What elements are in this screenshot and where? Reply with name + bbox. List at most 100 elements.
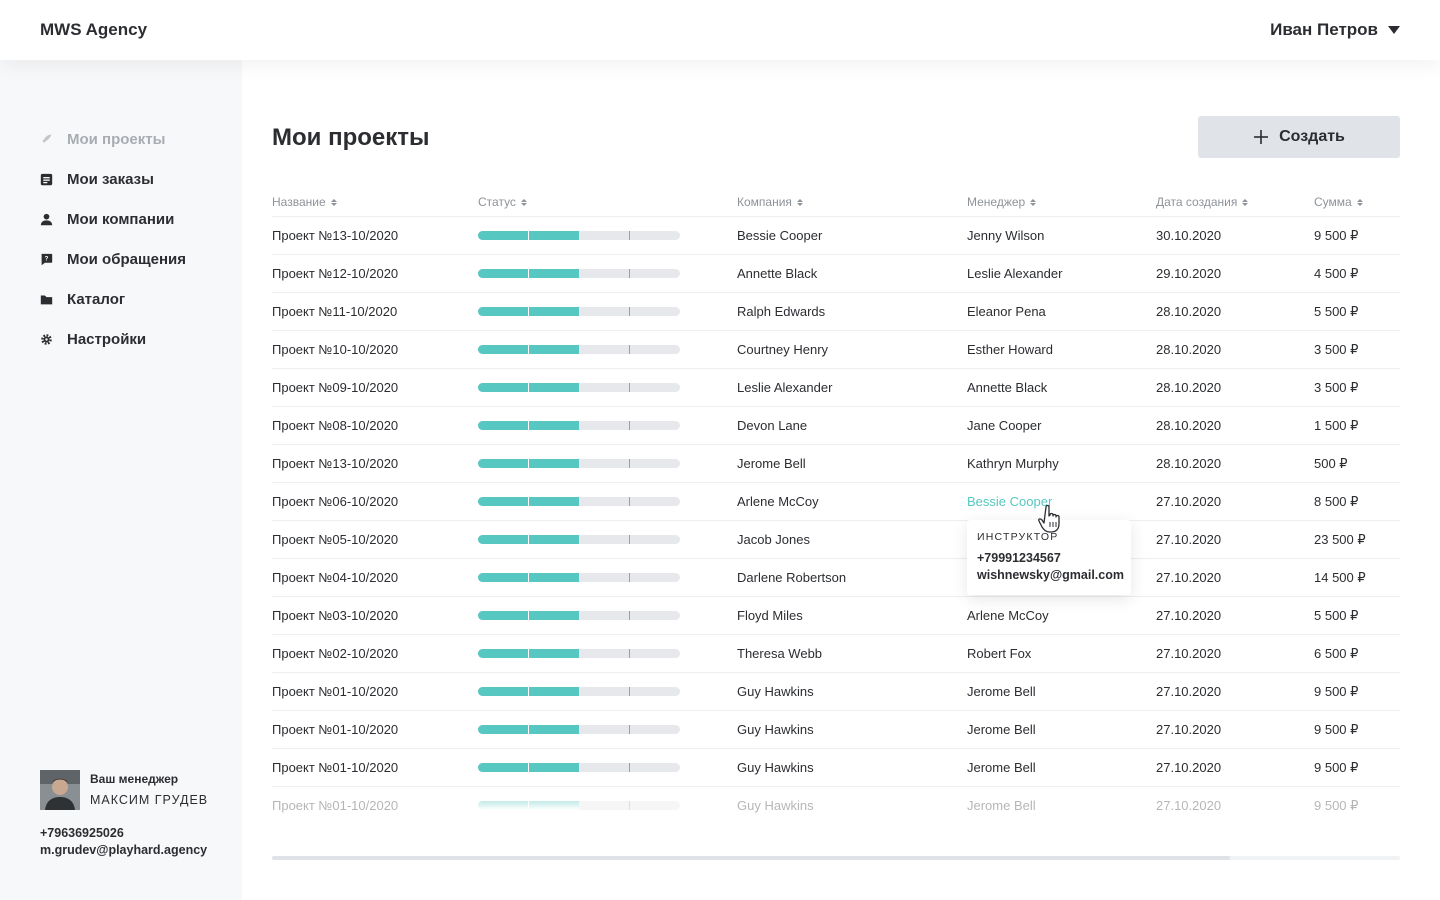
rocket-icon [40, 133, 53, 146]
column-label: Компания [737, 195, 792, 209]
manager-name[interactable]: Robert Fox [967, 646, 1031, 661]
table-row[interactable]: Проект №01-10/2020 Guy Hawkins Jerome Bell… [272, 787, 1400, 825]
progress-divider [528, 383, 529, 392]
manager-name[interactable]: Esther Howard [967, 342, 1053, 357]
column-header-date[interactable]: Дата создания [1156, 195, 1249, 209]
table-row[interactable]: Проект №04-10/2020 Darlene Robertson 27.10… [272, 559, 1400, 597]
manager-name[interactable]: Jane Cooper [967, 418, 1041, 433]
create-button[interactable]: Создать [1198, 116, 1400, 158]
project-name[interactable]: Проект №01-10/2020 [272, 798, 398, 813]
project-name[interactable]: Проект №02-10/2020 [272, 646, 398, 661]
table-row[interactable]: Проект №13-10/2020 Bessie Cooper Jenny Wil… [272, 217, 1400, 255]
sum-value: 3 500 ₽ [1314, 380, 1359, 395]
plus-icon [1254, 130, 1269, 144]
sidebar-item-tickets[interactable]: ? Мои обращения [40, 239, 186, 279]
project-name[interactable]: Проект №06-10/2020 [272, 494, 398, 509]
column-header-manager[interactable]: Менеджер [967, 195, 1037, 209]
manager-name[interactable]: Jerome Bell [967, 798, 1036, 813]
table-row[interactable]: Проект №11-10/2020 Ralph Edwards Eleanor P… [272, 293, 1400, 331]
project-name[interactable]: Проект №08-10/2020 [272, 418, 398, 433]
manager-name[interactable]: Arlene McCoy [967, 608, 1049, 623]
project-name[interactable]: Проект №13-10/2020 [272, 228, 398, 243]
project-name[interactable]: Проект №01-10/2020 [272, 722, 398, 737]
sum-value: 4 500 ₽ [1314, 266, 1359, 281]
progress-divider [528, 421, 529, 430]
created-date: 28.10.2020 [1156, 456, 1222, 471]
project-name[interactable]: Проект №01-10/2020 [272, 760, 398, 775]
progress-divider [528, 687, 529, 696]
sidebar-item-orders[interactable]: Мои заказы [40, 159, 186, 199]
created-date: 27.10.2020 [1156, 722, 1222, 737]
project-name[interactable]: Проект №01-10/2020 [272, 684, 398, 699]
sort-icon [330, 198, 337, 206]
status-progress-bar [478, 231, 680, 240]
sidebar-item-catalog[interactable]: Каталог [40, 279, 186, 319]
table-row[interactable]: Проект №01-10/2020 Guy Hawkins Jerome Bell… [272, 749, 1400, 787]
table-row[interactable]: Проект №08-10/2020 Devon Lane Jane Cooper 2… [272, 407, 1400, 445]
progress-marker [629, 497, 630, 506]
manager-email[interactable]: m.grudev@playhard.agency [40, 843, 207, 857]
manager-name[interactable]: Jenny Wilson [967, 228, 1044, 243]
project-name[interactable]: Проект №12-10/2020 [272, 266, 398, 281]
tooltip-phone[interactable]: +79991234567 [977, 551, 1061, 565]
sum-value: 9 500 ₽ [1314, 228, 1359, 243]
table-row[interactable]: Проект №01-10/2020 Guy Hawkins Jerome Bell… [272, 711, 1400, 749]
sidebar-item-companies[interactable]: Мои компании [40, 199, 186, 239]
company-name: Jacob Jones [737, 532, 810, 547]
company-name: Guy Hawkins [737, 760, 814, 775]
manager-name[interactable]: Jerome Bell [967, 722, 1036, 737]
manager-name[interactable]: Jerome Bell [967, 684, 1036, 699]
scrollbar-thumb[interactable] [272, 856, 1230, 860]
project-name[interactable]: Проект №09-10/2020 [272, 380, 398, 395]
column-header-sum[interactable]: Сумма [1314, 195, 1363, 209]
page-title: Мои проекты [272, 124, 430, 151]
sidebar-item-label: Мои проекты [67, 130, 166, 148]
created-date: 30.10.2020 [1156, 228, 1222, 243]
sidebar-item-settings[interactable]: Настройки [40, 319, 186, 359]
project-name[interactable]: Проект №03-10/2020 [272, 608, 398, 623]
table-row[interactable]: Проект №06-10/2020 Arlene McCoy Bessie Coo… [272, 483, 1400, 521]
project-name[interactable]: Проект №05-10/2020 [272, 532, 398, 547]
table-row[interactable]: Проект №03-10/2020 Floyd Miles Arlene McCo… [272, 597, 1400, 635]
table-row[interactable]: Проект №12-10/2020 Annette Black Leslie Al… [272, 255, 1400, 293]
project-name[interactable]: Проект №04-10/2020 [272, 570, 398, 585]
table-row[interactable]: Проект №01-10/2020 Guy Hawkins Jerome Bell… [272, 673, 1400, 711]
table-row[interactable]: Проект №09-10/2020 Leslie Alexander Annett… [272, 369, 1400, 407]
manager-name[interactable]: Kathryn Murphy [967, 456, 1059, 471]
sort-icon [1242, 198, 1249, 206]
sum-value: 9 500 ₽ [1314, 798, 1359, 813]
created-date: 27.10.2020 [1156, 760, 1222, 775]
sidebar-item-projects[interactable]: Мои проекты [40, 119, 186, 159]
project-name[interactable]: Проект №10-10/2020 [272, 342, 398, 357]
manager-name[interactable]: Annette Black [967, 380, 1047, 395]
manager-phone[interactable]: +79636925026 [40, 826, 124, 840]
progress-divider [528, 801, 529, 810]
project-name[interactable]: Проект №11-10/2020 [272, 304, 397, 319]
sidebar-item-label: Мои обращения [67, 250, 187, 268]
table-row[interactable]: Проект №13-10/2020 Jerome Bell Kathryn Mur… [272, 445, 1400, 483]
column-header-company[interactable]: Компания [737, 195, 803, 209]
sidebar-item-label: Мои компании [67, 210, 175, 228]
table-row[interactable]: Проект №05-10/2020 Jacob Jones 27.10.2020 2… [272, 521, 1400, 559]
column-header-name[interactable]: Название [272, 195, 337, 209]
table-row[interactable]: Проект №10-10/2020 Courtney Henry Esther H… [272, 331, 1400, 369]
created-date: 28.10.2020 [1156, 342, 1222, 357]
table-row[interactable]: Проект №02-10/2020 Theresa Webb Robert Fox… [272, 635, 1400, 673]
progress-marker [629, 725, 630, 734]
project-name[interactable]: Проект №13-10/2020 [272, 456, 398, 471]
created-date: 28.10.2020 [1156, 418, 1222, 433]
column-header-status[interactable]: Статус [478, 195, 527, 209]
logo[interactable]: MWS Agency [40, 20, 147, 40]
user-menu[interactable]: Иван Петров [1270, 20, 1400, 40]
created-date: 29.10.2020 [1156, 266, 1222, 281]
progress-marker [629, 459, 630, 468]
progress-marker [629, 649, 630, 658]
table-body: Проект №13-10/2020 Bessie Cooper Jenny Wil… [272, 217, 1400, 825]
company-name: Darlene Robertson [737, 570, 847, 585]
tooltip-email[interactable]: wishnewsky@gmail.com [977, 568, 1124, 582]
manager-name[interactable]: Leslie Alexander [967, 266, 1062, 281]
horizontal-scrollbar[interactable] [272, 856, 1400, 860]
manager-name[interactable]: Eleanor Pena [967, 304, 1046, 319]
manager-name[interactable]: Jerome Bell [967, 760, 1036, 775]
sort-icon [796, 198, 803, 206]
